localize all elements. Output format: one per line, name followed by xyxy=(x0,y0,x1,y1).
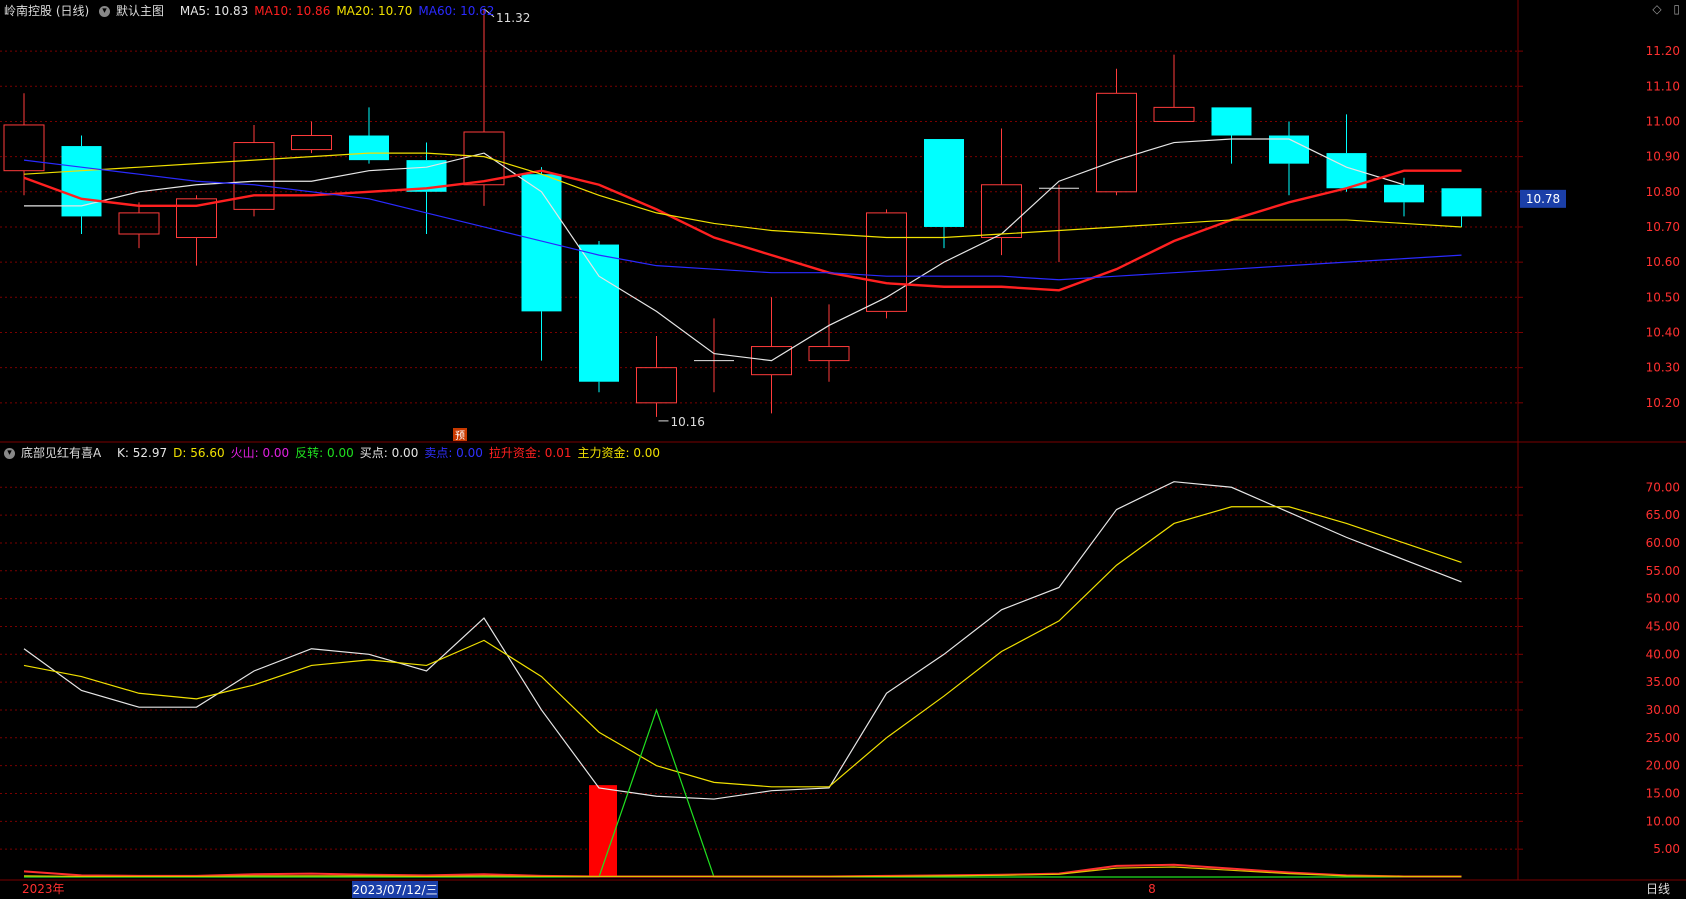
y-tick-label: 10.70 xyxy=(1646,220,1680,234)
year-label: 2023年 xyxy=(22,882,65,896)
candle-body-down xyxy=(924,139,964,227)
y-tick-label: 10.90 xyxy=(1646,150,1680,164)
restore-icon[interactable]: ▯ xyxy=(1673,2,1680,16)
indicator-line-1 xyxy=(23,506,1462,788)
indicator-header: ▾ 底部见红有喜A K: 52.97 D: 56.60 火山: 0.00 反转: 0.0… xyxy=(4,444,672,461)
indicator-legend-item-6: 拉升资金: 0.01 xyxy=(488,446,572,460)
ma-legend-item-1: MA10: 10.86 xyxy=(254,4,331,18)
candle-body-down xyxy=(579,244,619,382)
indicator-y-tick-label: 25.00 xyxy=(1646,731,1680,745)
candle-body-down xyxy=(521,174,562,312)
indicator-y-tick-label: 15.00 xyxy=(1646,786,1680,800)
indicator-legend-item-7: 主力资金: 0.00 xyxy=(577,446,661,460)
indicator-y-tick-label: 70.00 xyxy=(1646,480,1680,494)
candle-body-down xyxy=(349,135,389,161)
indicator-y-tick-label: 55.00 xyxy=(1646,564,1680,578)
main-chart-header: 岭南控股 (日线) ▾ 默认主图 MA5: 10.83 MA10: 10.86 MA2… xyxy=(4,2,506,19)
template-label: 默认主图 xyxy=(116,4,165,18)
indicator-legend-item-4: 买点: 0.00 xyxy=(359,446,419,460)
candle-body-up xyxy=(808,346,850,362)
candle-body-up xyxy=(118,212,160,235)
candle-body-up xyxy=(1153,106,1195,122)
indicator-y-tick-label: 35.00 xyxy=(1646,675,1680,689)
diamond-icon[interactable]: ◇ xyxy=(1652,2,1661,16)
month-label: 8 xyxy=(1148,882,1156,896)
candle-body-up xyxy=(981,184,1022,239)
y-tick-label: 10.30 xyxy=(1646,361,1680,375)
indicator-y-tick-label: 30.00 xyxy=(1646,703,1680,717)
indicator-y-tick-label: 20.00 xyxy=(1646,759,1680,773)
ma-legend-item-2: MA20: 10.70 xyxy=(336,4,413,18)
low-label: 10.16 xyxy=(671,415,705,429)
candle-body-down xyxy=(1269,135,1309,164)
candle-body-down xyxy=(1384,184,1424,203)
indicator-legend-item-0: K: 52.97 xyxy=(117,446,168,460)
ma-line-ma20 xyxy=(23,152,1462,239)
ma-line-ma10 xyxy=(23,169,1462,292)
candle-body-up xyxy=(463,131,505,186)
indicator-y-tick-label: 50.00 xyxy=(1646,592,1680,606)
candle-body-up xyxy=(1096,92,1137,193)
cursor-date-label: 2023/07/12/三 xyxy=(352,883,437,897)
y-tick-label: 10.80 xyxy=(1646,185,1680,199)
y-tick-label: 11.10 xyxy=(1646,79,1680,93)
ma-legend-item-0: MA5: 10.83 xyxy=(179,4,249,18)
y-tick-label: 10.40 xyxy=(1646,325,1680,339)
indicator-y-tick-label: 65.00 xyxy=(1646,508,1680,522)
indicator-y-tick-label: 60.00 xyxy=(1646,536,1680,550)
candle-body-up xyxy=(636,367,677,404)
candle-body-up xyxy=(176,198,217,239)
ma-legend-item-3: MA60: 10.62 xyxy=(418,4,495,18)
ma-legend: MA5: 10.83 MA10: 10.86 MA20: 10.70 MA60: 10… xyxy=(180,4,501,18)
indicator-line-0 xyxy=(23,481,1462,800)
y-tick-label: 11.20 xyxy=(1646,44,1680,58)
indicator-legend-item-2: 火山: 0.00 xyxy=(230,446,290,460)
indicator-legend-item-1: D: 56.60 xyxy=(173,446,225,460)
indicator-y-tick-label: 40.00 xyxy=(1646,647,1680,661)
stock-title[interactable]: 岭南控股 (日线) xyxy=(4,4,89,18)
indicator-y-tick-label: 10.00 xyxy=(1646,814,1680,828)
indicator-legend-item-5: 卖点: 0.00 xyxy=(424,446,483,460)
chevron-down-icon: ▾ xyxy=(4,448,15,459)
indicator-legend: K: 52.97 D: 56.60 火山: 0.00 反转: 0.00 买点: 0.00… xyxy=(117,446,666,460)
indicator-selector[interactable]: ▾ 底部见红有喜A xyxy=(4,446,107,460)
candle-body-up xyxy=(291,135,332,151)
chevron-down-icon: ▾ xyxy=(99,6,111,17)
y-tick-label: 10.20 xyxy=(1646,396,1680,410)
current-price-label: 10.78 xyxy=(1526,192,1560,206)
period-button[interactable]: 日线 xyxy=(1646,880,1670,897)
y-tick-label: 11.00 xyxy=(1646,114,1680,128)
indicator-name: 底部见红有喜A xyxy=(21,446,102,460)
indicator-y-tick-label: 5.00 xyxy=(1653,842,1680,856)
indicator-y-tick-label: 45.00 xyxy=(1646,619,1680,633)
y-tick-label: 10.50 xyxy=(1646,290,1680,304)
candle-body-up xyxy=(233,142,275,210)
candle-body-down xyxy=(1211,107,1252,136)
candle-body-down xyxy=(1441,188,1482,217)
forecast-badge-label: 预 xyxy=(455,430,465,442)
buy-point-bar xyxy=(589,785,617,877)
template-selector[interactable]: ▾ 默认主图 xyxy=(99,4,170,18)
window-controls: ◇ ▯ xyxy=(1644,2,1680,16)
candle-body-up xyxy=(3,124,45,172)
y-tick-label: 10.60 xyxy=(1646,255,1680,269)
indicator-legend-item-3: 反转: 0.00 xyxy=(295,446,354,460)
